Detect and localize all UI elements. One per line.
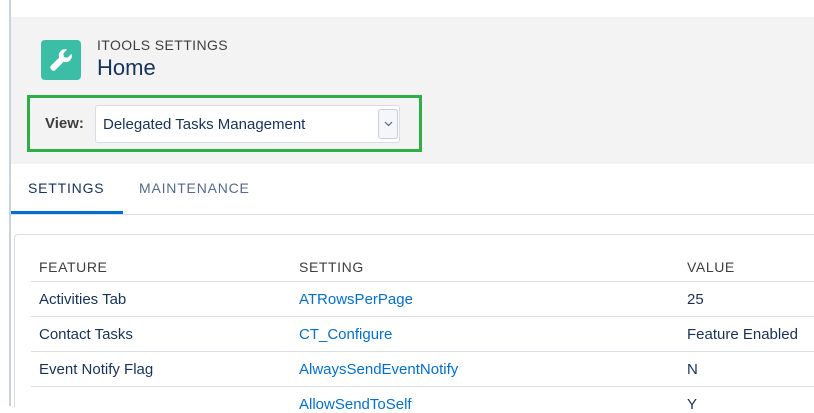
table-row: AllowSendToSelf Y — [31, 386, 814, 413]
setting-link[interactable]: CT_Configure — [299, 326, 392, 343]
column-header-value[interactable]: VALUE — [687, 259, 735, 275]
value-cell: Y — [687, 396, 698, 413]
view-label: View: — [45, 115, 84, 132]
column-header-feature[interactable]: FEATURE — [39, 259, 108, 275]
view-selector-highlight: View: Delegated Tasks Management — [27, 95, 422, 152]
setting-link[interactable]: AlwaysSendEventNotify — [299, 361, 458, 378]
active-tab-indicator — [11, 211, 123, 214]
page-title: Home — [97, 55, 156, 80]
value-cell: Feature Enabled — [687, 326, 798, 343]
value-cell: 25 — [687, 291, 704, 308]
table-row: Event Notify Flag AlwaysSendEventNotify … — [31, 351, 814, 387]
column-header-setting[interactable]: SETTING — [299, 259, 364, 275]
setting-link[interactable]: ATRowsPerPage — [299, 291, 413, 308]
select-dropdown-button[interactable] — [378, 109, 398, 139]
page-header: ITOOLS SETTINGS Home View: Delegated Tas… — [11, 17, 814, 165]
feature-cell: Event Notify Flag — [39, 361, 154, 378]
app-label: ITOOLS SETTINGS — [97, 37, 228, 53]
view-select-value: Delegated Tasks Management — [103, 116, 306, 133]
feature-cell: Activities Tab — [39, 291, 127, 308]
setting-link[interactable]: AllowSendToSelf — [299, 396, 412, 413]
table-row: Contact Tasks CT_Configure Feature Enabl… — [31, 316, 814, 352]
value-cell: N — [687, 361, 698, 378]
tab-settings[interactable]: SETTINGS — [28, 180, 104, 196]
app-icon — [41, 40, 81, 80]
view-select[interactable]: Delegated Tasks Management — [95, 105, 400, 143]
table-row: Activities Tab ATRowsPerPage 25 — [31, 281, 814, 317]
tab-maintenance[interactable]: MAINTENANCE — [139, 180, 250, 196]
feature-cell: Contact Tasks — [39, 326, 133, 343]
tab-bar: SETTINGS MAINTENANCE — [11, 164, 814, 215]
wrench-icon — [50, 49, 72, 71]
chevron-down-icon — [384, 121, 392, 127]
